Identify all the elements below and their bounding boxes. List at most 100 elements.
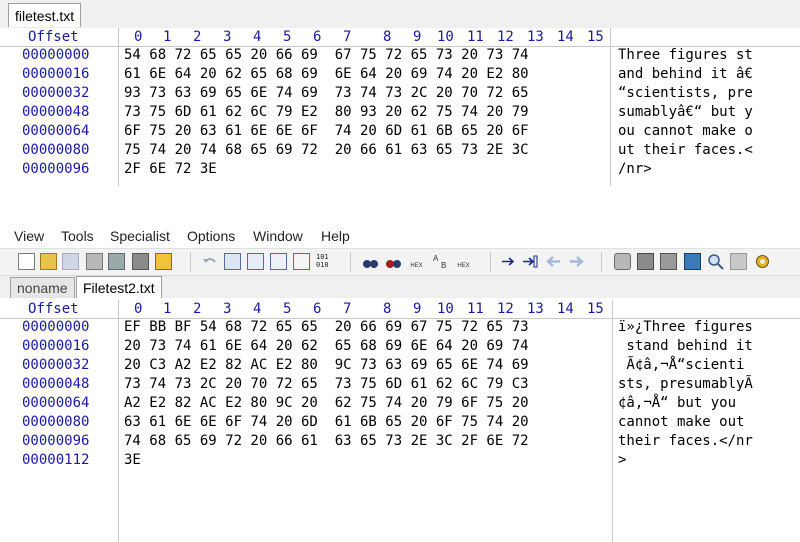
text-cell: ï»¿Three figures [618,319,753,335]
paste-icon[interactable] [247,253,264,270]
offset-header: Offset [28,29,79,45]
print-preview-icon[interactable] [108,253,125,270]
top-hex-editor[interactable]: Offset 0 1 2 3 4 5 6 7 8 9 10 11 12 13 14 15 00000000 54… [0,28,800,188]
column-index: 15 [587,301,604,317]
settings-icon[interactable] [754,253,771,270]
replace-hex-icon[interactable]: HEX [455,253,472,270]
column-index: 3 [223,301,232,317]
ram-icon[interactable] [637,253,654,270]
hex-bytes-cell: EF BB BF 54 68 72 65 65 20 66 69 67 75 7… [124,319,529,335]
back-icon[interactable] [545,253,562,270]
print-icon[interactable] [86,253,103,270]
copy-icon[interactable] [224,253,241,270]
hex-row[interactable]: 00000016 20 73 74 61 6E 64 20 62 65 68 69… [0,337,800,356]
menu-options[interactable]: Options [187,226,235,246]
forward-icon[interactable] [568,253,585,270]
column-index: 12 [497,29,514,45]
clipboard-icon[interactable] [293,253,310,270]
offset-cell: 00000016 [22,338,90,354]
column-index: 13 [527,301,544,317]
offset-header: Offset [28,301,79,317]
save-icon[interactable] [62,253,79,270]
text-cell: stand behind it [618,338,753,354]
column-index: 14 [557,29,574,45]
column-header: Offset 0 1 2 3 4 5 6 7 8 9 10 11 12 13 14 15 [0,28,800,47]
offset-cell: 00000096 [22,161,90,177]
toolbar-separator [350,252,351,272]
hex-bytes-cell: A2 E2 82 AC E2 80 9C 20 62 75 74 20 79 6… [124,395,529,411]
disk-icon[interactable] [614,253,631,270]
text-cell: cannot make out [618,414,753,430]
hex-row[interactable]: 00000032 93 73 63 69 65 6E 74 69 73 74 73… [0,84,800,103]
goto-block-icon[interactable] [522,253,539,270]
find-hex-icon[interactable]: HEX [408,253,425,270]
paste-special-icon[interactable] [270,253,287,270]
calculator-icon[interactable] [684,253,701,270]
menu-help[interactable]: Help [321,226,350,246]
find-icon[interactable] [362,253,379,270]
offset-cell: 00000000 [22,47,90,63]
column-index: 6 [313,29,322,45]
menu-specialist[interactable]: Specialist [110,226,170,246]
tools-icon[interactable] [660,253,677,270]
tab-filetest2[interactable]: Filetest2.txt [76,276,162,298]
hex-bytes-cell: 63 61 6E 6E 6F 74 20 6D 61 6B 65 20 6F 7… [124,414,529,430]
undo-icon[interactable] [201,253,218,270]
offset-cell: 00000048 [22,104,90,120]
zoom-icon[interactable] [707,253,724,270]
column-index: 10 [437,29,454,45]
hex-row[interactable]: 00000000 EF BB BF 54 68 72 65 65 20 66 69… [0,318,800,337]
hex-row[interactable]: 00000000 54 68 72 65 65 20 66 69 67 75 72… [0,46,800,65]
column-index: 8 [383,29,392,45]
hex-row[interactable]: 00000096 74 68 65 69 72 20 66 61 63 65 73… [0,432,800,451]
comment-icon[interactable] [730,253,747,270]
tab-filetest[interactable]: filetest.txt [8,3,82,27]
menu-view[interactable]: View [14,226,44,246]
find-replace-icon[interactable] [385,253,402,270]
text-cell: Ã¢â‚¬Å“scienti [618,357,745,373]
column-index: 0 [134,29,143,45]
hex-row[interactable]: 00000064 6F 75 20 63 61 6E 6E 6F 74 20 6D… [0,122,800,141]
hex-row[interactable]: 00000032 20 C3 A2 E2 82 AC E2 80 9C 73 63… [0,356,800,375]
menu-window[interactable]: Window [253,226,303,246]
bottom-tab-bar: noname Filetest2.txt [0,276,800,298]
hex-bytes-cell: 75 74 20 74 68 65 69 72 20 66 61 63 65 7… [124,142,529,158]
offset-cell: 00000080 [22,414,90,430]
menu-tools[interactable]: Tools [61,226,94,246]
hex-row[interactable]: 00000080 63 61 6E 6E 6F 74 20 6D 61 6B 65… [0,413,800,432]
hex-row[interactable]: 00000112 3E > [0,451,800,470]
text-cell: their faces.</nr [618,433,753,449]
hex-row[interactable]: 00000048 73 74 73 2C 20 70 72 65 73 75 6D… [0,375,800,394]
hex-bytes-cell: 20 C3 A2 E2 82 AC E2 80 9C 73 63 69 65 6… [124,357,529,373]
svg-text:A: A [433,254,439,263]
properties-icon[interactable] [132,253,149,270]
toolbar-separator [190,252,191,272]
column-index: 14 [557,301,574,317]
hex-row[interactable]: 00000080 75 74 20 74 68 65 69 72 20 66 61… [0,141,800,160]
hex-row[interactable]: 00000016 61 6E 64 20 62 65 68 69 6E 64 20… [0,65,800,84]
hex-bytes-cell: 2F 6E 72 3E [124,161,217,177]
column-index: 4 [253,29,262,45]
hex-bytes-cell: 6F 75 20 63 61 6E 6E 6F 74 20 6D 61 6B 6… [124,123,529,139]
hex-row[interactable]: 00000096 2F 6E 72 3E/nr> [0,160,800,179]
goto-icon[interactable] [500,253,517,270]
hex-row[interactable]: 00000064 A2 E2 82 AC E2 80 9C 20 62 75 74… [0,394,800,413]
find-text-icon[interactable]: AB [432,253,449,270]
column-index: 8 [383,301,392,317]
offset-cell: 00000096 [22,433,90,449]
bottom-hex-editor[interactable]: Offset 0 1 2 3 4 5 6 7 8 9 10 11 12 13 14 15 00000000 EF… [0,300,800,542]
offset-cell: 00000032 [22,85,90,101]
column-index: 7 [343,29,352,45]
tab-noname[interactable]: noname [10,277,75,298]
offset-cell: 00000016 [22,66,90,82]
text-cell: sts, presumablyÃ [618,376,753,392]
new-icon[interactable] [18,253,35,270]
toolbar: 101 010 HEX AB HEX [0,248,800,276]
hex-row[interactable]: 00000048 73 75 6D 61 62 6C 79 E2 80 93 20… [0,103,800,122]
column-index: 0 [134,301,143,317]
folder-icon[interactable] [155,253,172,270]
binary-icon[interactable]: 101 010 [316,253,338,270]
open-icon[interactable] [40,253,57,270]
column-index: 1 [163,301,172,317]
column-index: 7 [343,301,352,317]
